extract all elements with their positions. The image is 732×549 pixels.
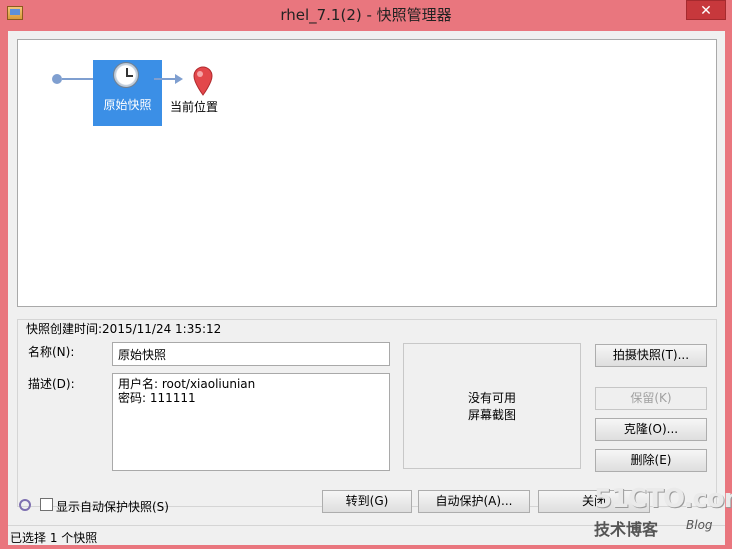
- show-autoprotect-label[interactable]: 显示自动保护快照(S): [56, 498, 169, 515]
- keep-button[interactable]: 保留(K): [595, 387, 707, 410]
- name-label: 名称(N):: [28, 345, 75, 359]
- autoprotect-icon: [19, 499, 31, 511]
- screenshot-preview: 没有可用 屏幕截图: [403, 343, 581, 469]
- timeline-start-dot: [52, 74, 62, 84]
- status-text: 已选择 1 个快照: [10, 531, 98, 545]
- timeline-connector: [154, 78, 176, 80]
- title-bar: rhel_7.1(2) - 快照管理器 ✕: [0, 0, 732, 30]
- watermark-logo: 51CTO.com 技术博客 Blog: [594, 484, 732, 544]
- snapshot-tree-canvas[interactable]: 原始快照 当前位置: [17, 39, 717, 307]
- description-field[interactable]: 用户名: root/xiaoliunian 密码: 111111: [112, 373, 390, 471]
- description-label: 描述(D):: [28, 377, 75, 391]
- goto-button[interactable]: 转到(G): [322, 490, 412, 513]
- show-autoprotect-checkbox[interactable]: [40, 498, 53, 511]
- window-title: rhel_7.1(2) - 快照管理器: [280, 6, 452, 24]
- snapshot-details-group: 快照创建时间:2015/11/24 1:35:12 名称(N): 原始快照 描述…: [17, 319, 717, 507]
- location-pin-icon: [193, 66, 213, 96]
- snapshot-node-label: 原始快照: [103, 98, 152, 112]
- arrow-right-icon: [175, 74, 183, 84]
- watermark-blog: Blog: [686, 518, 713, 532]
- snapshot-manager-client: 原始快照 当前位置 快照创建时间:2015/11/24 1:35:12 名称(N…: [8, 31, 725, 545]
- delete-button[interactable]: 删除(E): [595, 449, 707, 472]
- clone-button[interactable]: 克隆(O)...: [595, 418, 707, 441]
- name-field[interactable]: 原始快照: [112, 342, 390, 366]
- window-close-button[interactable]: ✕: [686, 0, 726, 20]
- current-position-label: 当前位置: [170, 100, 219, 114]
- watermark-subtitle: 技术博客: [594, 520, 659, 539]
- autoprotect-button[interactable]: 自动保护(A)...: [418, 490, 530, 513]
- snapshot-node-original[interactable]: 原始快照: [93, 60, 162, 126]
- clock-icon: [113, 62, 139, 88]
- created-time: 快照创建时间:2015/11/24 1:35:12: [26, 322, 222, 336]
- take-snapshot-button[interactable]: 拍摄快照(T)...: [595, 344, 707, 367]
- timeline-connector: [62, 78, 93, 80]
- watermark-brand: 51CTO.com: [594, 484, 732, 514]
